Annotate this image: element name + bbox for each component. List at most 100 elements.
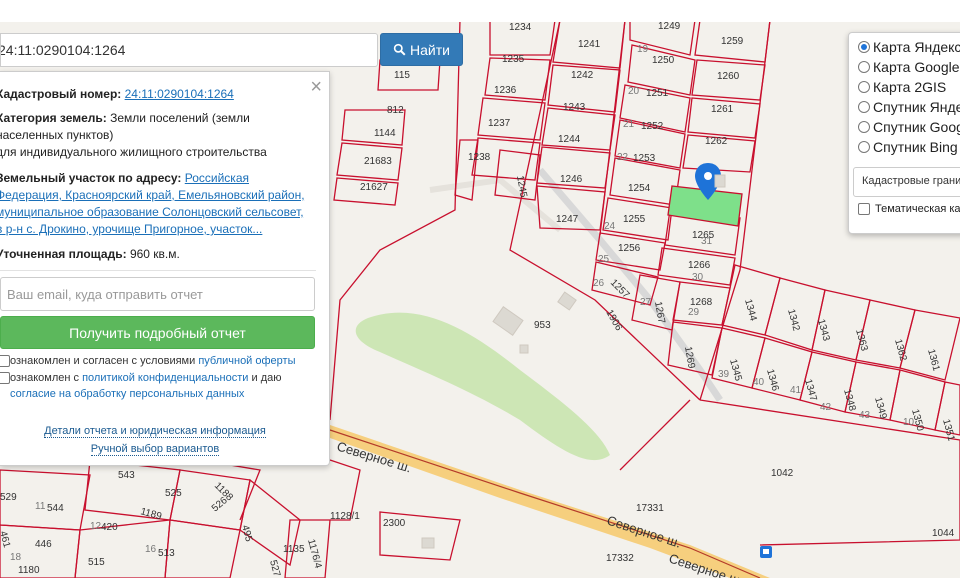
parcel-label[interactable]: 1128/1: [330, 511, 360, 522]
address-link[interactable]: Российская: [185, 171, 249, 185]
parcel-label[interactable]: 529: [0, 492, 17, 503]
offer-consent-label: ознакомлен и согласен с условиями публич…: [10, 355, 296, 367]
layer-option-google-satellite[interactable]: Спутник Google: [858, 119, 960, 135]
layer-option-yandex-map[interactable]: Карта Яндекс: [858, 39, 960, 55]
parcel-label[interactable]: 543: [118, 470, 135, 481]
layer-option-google-map[interactable]: Карта Google: [858, 59, 960, 75]
search-icon: [393, 43, 406, 56]
parcel-sublabel: 42: [820, 402, 832, 413]
cadastral-number-row: Кадастровый номер: 24:11:0290104:1264: [0, 87, 234, 101]
parcel-label[interactable]: 1242: [571, 70, 594, 81]
search-button[interactable]: Найти: [380, 33, 463, 66]
privacy-consent-checkbox[interactable]: [0, 372, 10, 384]
privacy-policy-link[interactable]: политикой конфиденциальности: [82, 372, 248, 384]
map-layer-switcher: Карта Яндекс Карта Google Карта 2GIS Спу…: [848, 32, 960, 234]
parcel-sublabel: 12: [90, 521, 102, 532]
parcel-sublabel: 18: [10, 552, 22, 563]
personal-data-consent-link[interactable]: согласие на обработку персональных данны…: [10, 388, 244, 400]
layer-option-2gis-map[interactable]: Карта 2GIS: [858, 79, 946, 95]
parcel-label[interactable]: 1247: [556, 214, 579, 225]
address-row: Земельный участок по адресу: Российская …: [0, 171, 305, 236]
parcel-label[interactable]: 1249: [658, 21, 681, 32]
divider: [0, 270, 316, 271]
manual-selection-link[interactable]: Ручной выбор вариантов: [0, 443, 310, 456]
parcel-sublabel: 40: [753, 377, 765, 388]
parcel-sublabel: 19: [637, 44, 649, 55]
privacy-consent-label: ознакомлен с политикой конфиденциальност…: [10, 372, 282, 400]
parcel-label[interactable]: 1135: [283, 544, 305, 555]
parcel-sublabel: 26: [593, 278, 605, 289]
parcel-label[interactable]: 1254: [628, 183, 651, 194]
parcel-label[interactable]: 1044: [932, 528, 955, 539]
area-row: Уточненная площадь: 960 кв.м.: [0, 247, 180, 261]
parcel-label[interactable]: 1251: [646, 88, 669, 99]
parcel-label[interactable]: 1243: [563, 102, 586, 113]
offer-consent-checkbox[interactable]: [0, 355, 10, 367]
parcel-label[interactable]: 17332: [606, 553, 634, 564]
parcel-sublabel: 39: [718, 369, 730, 380]
parcel-label[interactable]: 1238: [468, 152, 491, 163]
parcel-label[interactable]: 446: [35, 539, 52, 550]
parcel-sublabel: 10: [903, 417, 915, 428]
parcel-info-panel: × Кадастровый номер: 24:11:0290104:1264 …: [0, 71, 330, 466]
report-details-link[interactable]: Детали отчета и юридическая информация: [0, 425, 310, 438]
parcel-label[interactable]: 420: [101, 522, 118, 533]
parcel-label[interactable]: 513: [158, 548, 175, 559]
parcel-label[interactable]: 1180: [18, 565, 40, 576]
parcel-label[interactable]: 1236: [494, 85, 517, 96]
parcel-sublabel: 31: [701, 236, 713, 247]
search-button-label: Найти: [410, 41, 450, 58]
parcel-label[interactable]: 1255: [623, 214, 646, 225]
parcel-label[interactable]: 1259: [721, 36, 744, 47]
parcel-label[interactable]: 115: [394, 70, 410, 81]
land-category-row: Категория земель: Земли поселений (земли…: [0, 111, 267, 159]
parcel-label[interactable]: 1260: [717, 71, 740, 82]
parcel-sublabel: 27: [640, 297, 652, 308]
parcel-label[interactable]: 17331: [636, 503, 664, 514]
public-offer-link[interactable]: публичной оферты: [198, 355, 295, 367]
parcel-label[interactable]: 21683: [364, 156, 392, 167]
parcel-label[interactable]: 1042: [771, 468, 794, 479]
parcel-label[interactable]: 21627: [360, 182, 388, 193]
parcel-sublabel: 30: [692, 272, 704, 283]
parcel-label[interactable]: 1262: [705, 136, 728, 147]
parcel-label[interactable]: 1234: [509, 22, 532, 33]
cadastral-search-input[interactable]: [0, 33, 378, 67]
parcel-sublabel: 22: [617, 152, 629, 163]
email-input[interactable]: [0, 277, 315, 311]
parcel-label[interactable]: 812: [387, 105, 404, 116]
parcel-label[interactable]: 953: [534, 320, 551, 331]
parcel-label[interactable]: 1235: [502, 54, 525, 65]
parcel-label[interactable]: 2300: [383, 518, 406, 529]
parcel-label[interactable]: 1266: [688, 260, 711, 271]
parcel-sublabel: 11: [35, 501, 46, 512]
parcel-sublabel: 41: [790, 385, 802, 396]
parcel-sublabel: 24: [604, 221, 616, 232]
parcel-sublabel: 25: [598, 254, 610, 265]
cadastral-layer-select[interactable]: Кадастровые границы: [853, 167, 960, 197]
layer-option-yandex-satellite[interactable]: Спутник Яндекс: [858, 99, 960, 115]
parcel-label[interactable]: 1261: [711, 104, 734, 115]
parcel-sublabel: 16: [145, 544, 157, 555]
parcel-label[interactable]: 1144: [374, 128, 396, 139]
parcel-label[interactable]: 1241: [578, 39, 601, 50]
parcel-sublabel: 43: [859, 410, 871, 421]
thematic-checkbox[interactable]: [858, 203, 870, 215]
parcel-sublabel: 29: [688, 307, 700, 318]
parcel-label[interactable]: 515: [88, 557, 105, 568]
thematic-map-toggle[interactable]: Тематическая карта: [858, 203, 960, 215]
get-report-button[interactable]: Получить подробный отчет: [0, 316, 315, 349]
parcel-label[interactable]: 525: [165, 488, 182, 499]
parcel-sublabel: 21: [623, 119, 635, 130]
parcel-label[interactable]: 1252: [641, 121, 664, 132]
parcel-label[interactable]: 1244: [558, 134, 581, 145]
parcel-label[interactable]: 1253: [633, 153, 656, 164]
parcel-label[interactable]: 1237: [488, 118, 511, 129]
parcel-label[interactable]: 1246: [560, 174, 583, 185]
parcel-label[interactable]: 544: [47, 503, 64, 514]
parcel-label[interactable]: 1256: [618, 243, 641, 254]
cadastral-number-link[interactable]: 24:11:0290104:1264: [125, 87, 234, 101]
bus-stop-icon: [760, 546, 772, 558]
parcel-label[interactable]: 1250: [652, 55, 675, 66]
layer-option-bing-satellite[interactable]: Спутник Bing: [858, 139, 958, 155]
